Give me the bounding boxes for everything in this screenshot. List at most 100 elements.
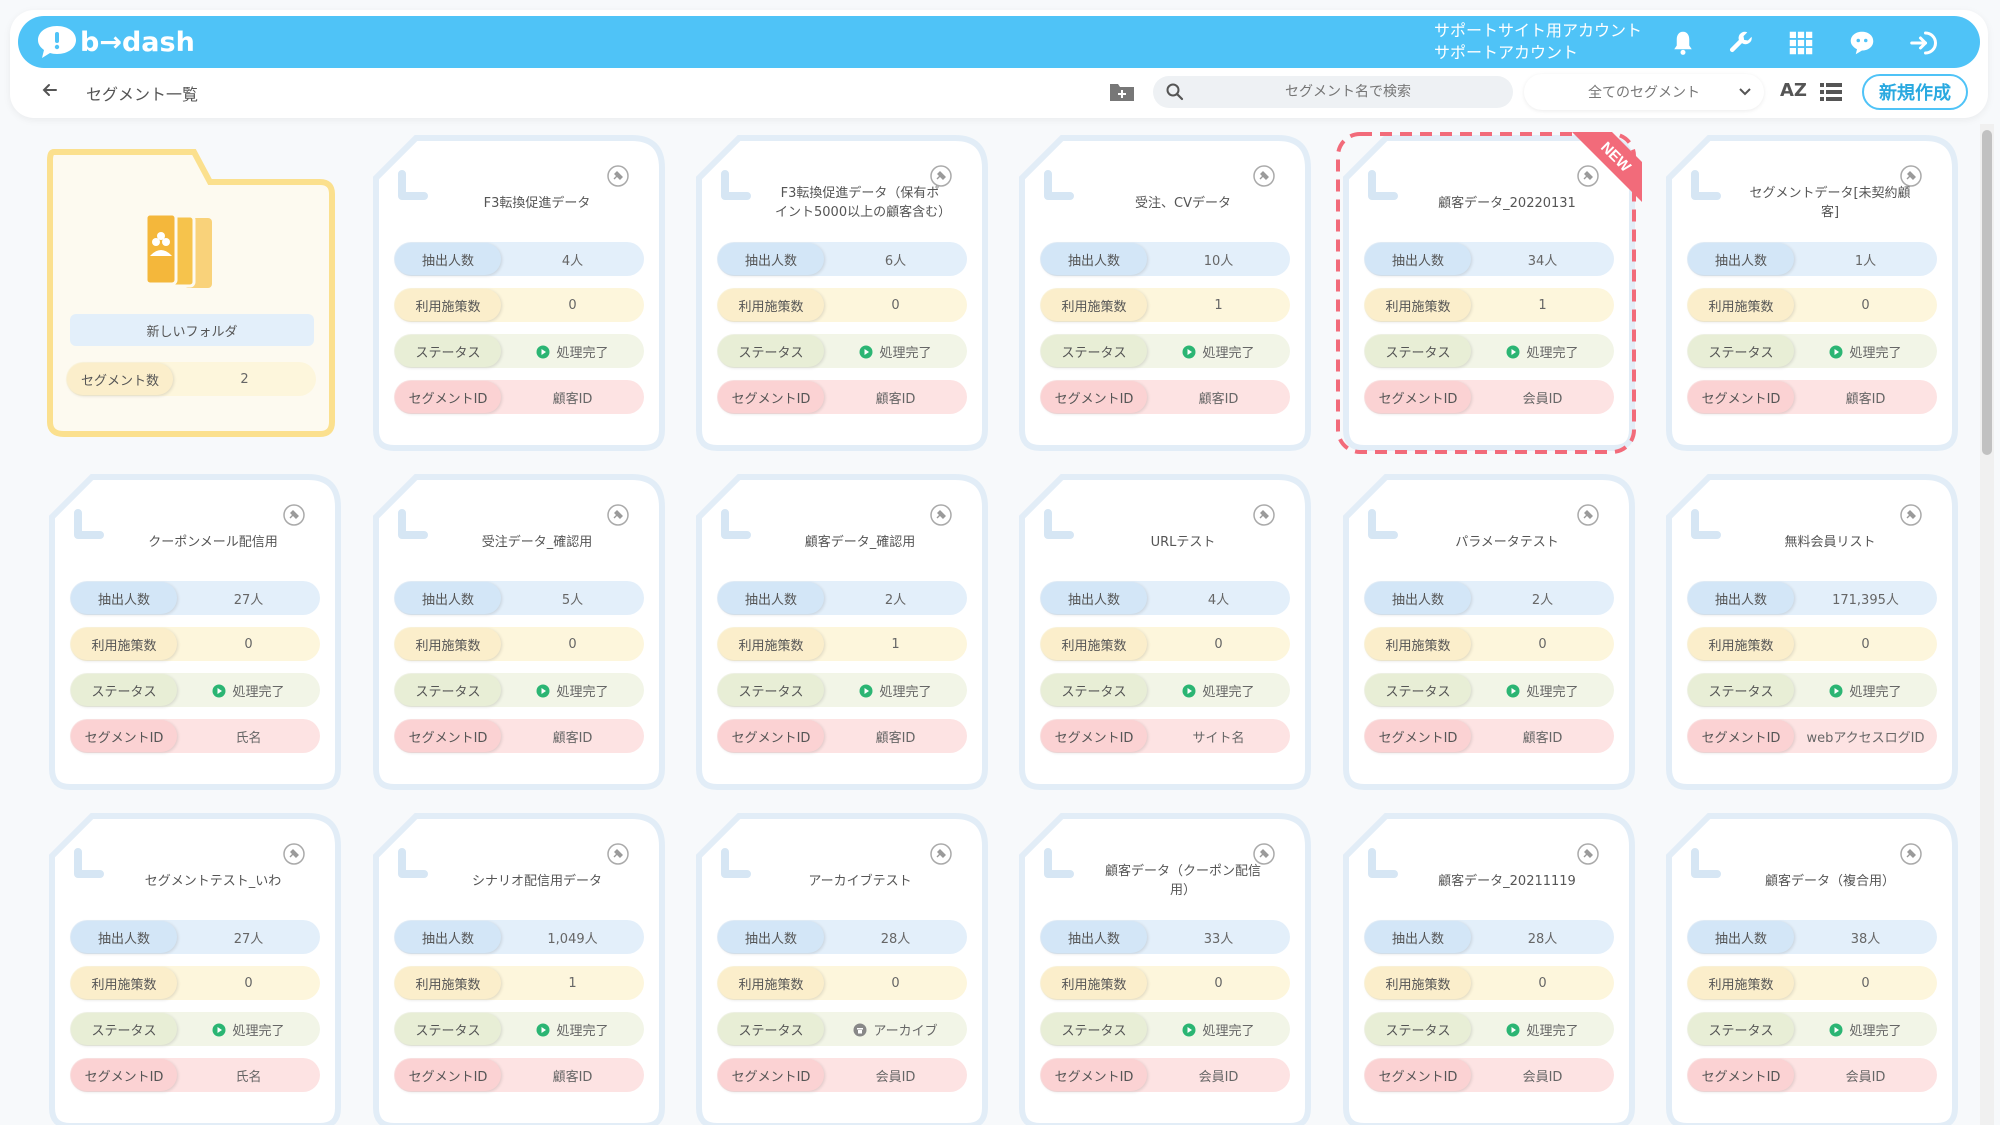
favorite-pin-icon[interactable] xyxy=(929,164,953,188)
segment-card[interactable]: 受注データ_確認用 抽出人数 5人 利用施策数 0 ステータス 処理完了 セグメ… xyxy=(372,473,666,791)
apps-grid-icon[interactable] xyxy=(1784,26,1818,60)
favorite-pin-icon[interactable] xyxy=(1899,842,1923,866)
status-label: ステータス xyxy=(1688,335,1794,367)
favorite-pin-icon[interactable] xyxy=(1252,842,1276,866)
segment-id-row: セグメントID 顧客ID xyxy=(1364,719,1614,753)
segment-card[interactable]: 顧客データ_20211119 抽出人数 28人 利用施策数 0 ステータス 処理 xyxy=(1342,812,1636,1125)
favorite-pin-icon[interactable] xyxy=(1576,503,1600,527)
wrench-icon[interactable] xyxy=(1724,26,1758,60)
new-card-highlight xyxy=(1336,132,1636,454)
status-text: 処理完了 xyxy=(1849,345,1902,361)
segment-card[interactable]: 無料会員リスト 抽出人数 171,395人 利用施策数 0 ステータス 処理完了 xyxy=(1665,473,1959,791)
status-value: 処理完了 xyxy=(824,342,967,361)
favorite-pin-icon[interactable] xyxy=(606,842,630,866)
segment-id-value: 会員ID xyxy=(875,1069,916,1085)
status-text: 処理完了 xyxy=(1526,684,1579,700)
segment-card[interactable]: シナリオ配信用データ 抽出人数 1,049人 利用施策数 1 ステータス 処理完 xyxy=(372,812,666,1125)
segment-card[interactable]: URLテスト 抽出人数 4人 利用施策数 0 ステータス 処理完了 セグメントI… xyxy=(1018,473,1312,791)
segment-title[interactable]: 顧客データ（複合用） xyxy=(1745,860,1915,902)
status-label: ステータス xyxy=(395,1013,501,1045)
segment-title[interactable]: シナリオ配信用データ xyxy=(452,860,622,902)
favorite-pin-icon[interactable] xyxy=(606,164,630,188)
favorite-pin-icon[interactable] xyxy=(1576,842,1600,866)
done-status-icon xyxy=(536,684,550,697)
done-status-icon xyxy=(1182,345,1196,358)
segment-id-value: 会員ID xyxy=(1845,1069,1886,1085)
sort-az-button[interactable]: AZ xyxy=(1780,80,1807,101)
search-box[interactable] xyxy=(1153,76,1513,108)
new-folder-icon[interactable] xyxy=(1108,80,1136,104)
favorite-pin-icon[interactable] xyxy=(1252,503,1276,527)
segment-card[interactable]: セグメントテスト_いわ 抽出人数 27人 利用施策数 0 ステータス 処理完了 xyxy=(48,812,342,1125)
segment-id-value: 顧客ID xyxy=(875,730,916,746)
status-text: 処理完了 xyxy=(556,684,609,700)
account-info[interactable]: サポートサイト用アカウント サポートアカウント xyxy=(1434,20,1642,64)
segment-title[interactable]: アーカイブテスト xyxy=(775,860,945,902)
segment-title[interactable]: セグメントテスト_いわ xyxy=(128,860,298,902)
segment-card[interactable]: F3転換促進データ 抽出人数 4人 利用施策数 0 ステータス 処理完了 セグメ… xyxy=(372,134,666,452)
status-label: ステータス xyxy=(395,335,501,367)
status-value: 処理完了 xyxy=(1794,1020,1937,1039)
segment-card[interactable]: クーポンメール配信用 抽出人数 27人 利用施策数 0 ステータス 処理完了 セ… xyxy=(48,473,342,791)
segment-title[interactable]: クーポンメール配信用 xyxy=(128,521,298,563)
favorite-pin-icon[interactable] xyxy=(929,503,953,527)
segment-title[interactable]: URLテスト xyxy=(1098,521,1268,563)
back-arrow-icon[interactable] xyxy=(40,80,60,100)
segment-id-label: セグメントID xyxy=(395,381,501,413)
measures-value: 0 xyxy=(1538,636,1547,652)
search-input[interactable] xyxy=(1193,76,1503,108)
measures-label: 利用施策数 xyxy=(71,967,177,999)
measures-row: 利用施策数 0 xyxy=(70,966,320,1000)
segment-card[interactable]: パラメータテスト 抽出人数 2人 利用施策数 0 ステータス 処理完了 セグメン… xyxy=(1342,473,1636,791)
logout-icon[interactable] xyxy=(1906,26,1940,60)
segment-card[interactable]: F3転換促進データ（保有ポイント5000以上の顧客含む） 抽出人数 6人 利用施… xyxy=(695,134,989,452)
archive-status-icon xyxy=(853,1023,867,1036)
segment-id-row: セグメントID 顧客ID xyxy=(394,719,644,753)
favorite-pin-icon[interactable] xyxy=(1899,503,1923,527)
segment-card[interactable]: 顧客データ（複合用） 抽出人数 38人 利用施策数 0 ステータス 処理完了 セ… xyxy=(1665,812,1959,1125)
segment-title[interactable]: 顧客データ_20211119 xyxy=(1422,860,1592,902)
segment-title[interactable]: パラメータテスト xyxy=(1422,521,1592,563)
measures-value: 1 xyxy=(891,636,900,652)
segment-title[interactable]: F3転換促進データ（保有ポイント5000以上の顧客含む） xyxy=(775,182,951,224)
segment-title[interactable]: 顧客データ_確認用 xyxy=(775,521,945,563)
extract-count-row: 抽出人数 1,049人 xyxy=(394,920,644,954)
favorite-pin-icon[interactable] xyxy=(1899,164,1923,188)
favorite-pin-icon[interactable] xyxy=(1252,164,1276,188)
segment-title[interactable]: セグメントデータ[未契約顧客] xyxy=(1745,182,1915,224)
segment-card[interactable]: 顧客データ_確認用 抽出人数 2人 利用施策数 1 ステータス 処理完了 セグメ… xyxy=(695,473,989,791)
measures-value: 0 xyxy=(1214,636,1223,652)
segment-card[interactable]: 顧客データ（クーポン配信用） 抽出人数 33人 利用施策数 0 ステータス 処理 xyxy=(1018,812,1312,1125)
segment-id-row: セグメントID 会員ID xyxy=(717,1058,967,1092)
bell-icon[interactable] xyxy=(1666,26,1700,60)
segment-title[interactable]: 受注データ_確認用 xyxy=(452,521,622,563)
segment-id-value: 会員ID xyxy=(1522,1069,1563,1085)
measures-value: 0 xyxy=(1861,975,1870,991)
scrollbar-thumb[interactable] xyxy=(1982,130,1992,455)
status-text: 処理完了 xyxy=(879,345,932,361)
page-title: セグメント一覧 xyxy=(86,85,199,104)
extract-count-value: 2人 xyxy=(884,592,907,608)
favorite-pin-icon[interactable] xyxy=(282,842,306,866)
bdash-logo[interactable]: b→dash xyxy=(36,20,195,64)
support-chat-icon[interactable] xyxy=(1845,26,1879,60)
measures-value: 0 xyxy=(568,297,577,313)
measures-row: 利用施策数 0 xyxy=(394,627,644,661)
segment-id-label: セグメントID xyxy=(718,381,824,413)
status-text: 処理完了 xyxy=(232,1023,285,1039)
segment-filter-select[interactable]: 全てのセグメント xyxy=(1524,74,1764,110)
segment-title[interactable]: 無料会員リスト xyxy=(1745,521,1915,563)
segment-title[interactable]: 顧客データ（クーポン配信用） xyxy=(1098,860,1268,902)
favorite-pin-icon[interactable] xyxy=(282,503,306,527)
list-view-icon[interactable] xyxy=(1820,82,1842,102)
measures-row: 利用施策数 0 xyxy=(70,627,320,661)
folder-card[interactable]: 新しいフォルダ セグメント数 2 xyxy=(44,146,340,442)
segment-card[interactable]: セグメントデータ[未契約顧客] 抽出人数 1人 利用施策数 0 ステータス 処理 xyxy=(1665,134,1959,452)
create-new-button[interactable]: 新規作成 xyxy=(1862,74,1968,110)
favorite-pin-icon[interactable] xyxy=(929,842,953,866)
segment-title[interactable]: F3転換促進データ xyxy=(452,182,622,224)
favorite-pin-icon[interactable] xyxy=(606,503,630,527)
segment-title[interactable]: 受注、CVデータ xyxy=(1098,182,1268,224)
segment-card[interactable]: 受注、CVデータ 抽出人数 10人 利用施策数 1 ステータス 処理完了 セグメ… xyxy=(1018,134,1312,452)
segment-card[interactable]: アーカイブテスト 抽出人数 28人 利用施策数 0 ステータス アーカイブ セグ… xyxy=(695,812,989,1125)
